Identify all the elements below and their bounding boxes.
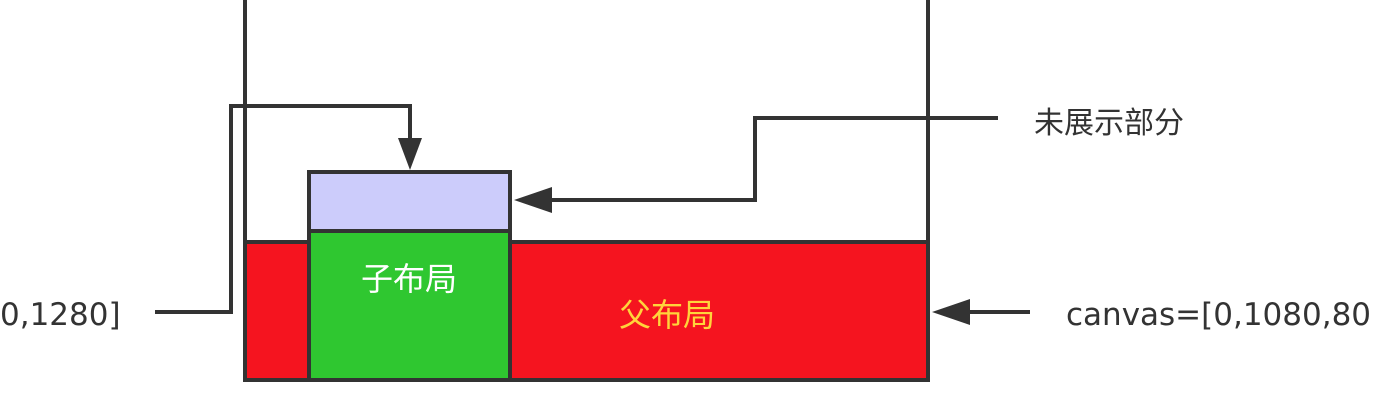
unshown-part-label: 未展示部分 (1034, 106, 1184, 141)
left-canvas-label: 0,1280] (0, 297, 121, 333)
parent-layout-label: 父布局 (619, 296, 715, 334)
child-layout-label: 子布局 (361, 260, 457, 298)
unshown-part-box (307, 170, 512, 233)
right-canvas-label: canvas=[0,1080,80 (1066, 297, 1371, 333)
layout-diagram: 未展示部分 子布局 父布局 0,1280] canvas=[0,1080,80 (0, 0, 1371, 382)
diagram-canvas: 未展示部分 子布局 父布局 0,1280] canvas=[0,1080,80 (0, 0, 1378, 402)
arrowhead-left-canvas (932, 299, 970, 325)
arrowhead-left-unshown (514, 187, 552, 213)
child-layout-box (307, 229, 512, 382)
arrowhead-down (398, 138, 422, 170)
